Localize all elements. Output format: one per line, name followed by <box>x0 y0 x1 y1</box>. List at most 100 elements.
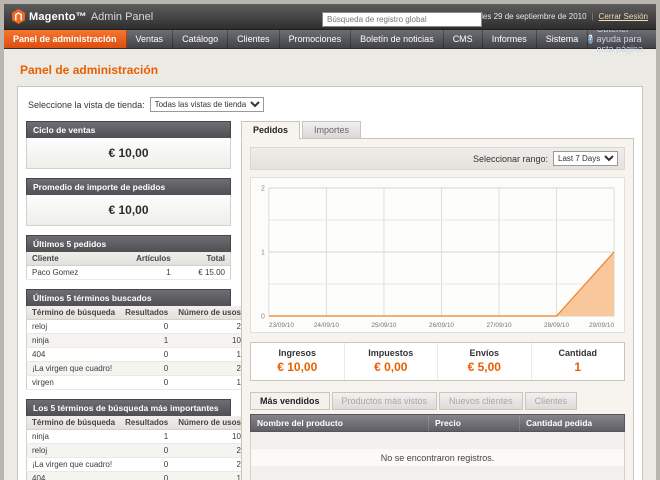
table-cell: ¡La virgen que cuadro! <box>27 458 121 472</box>
table-cell: 404 <box>27 472 121 480</box>
svg-text:1: 1 <box>261 249 265 256</box>
logout-link[interactable]: Cerrar Sesión <box>599 12 648 21</box>
nav-item-clientes[interactable]: Clientes <box>228 30 280 48</box>
table-header-cell: Resultados <box>120 306 173 320</box>
products-table-header: Nombre del producto Precio Cantidad pedi… <box>250 414 625 432</box>
help-link[interactable]: ? Obtener ayuda para esta página <box>588 30 656 48</box>
tab-productos-mas-vistos[interactable]: Productos más vistos <box>332 392 438 410</box>
average-orders-value: € 10,00 <box>26 195 231 226</box>
tab-mas-vendidos[interactable]: Más vendidos <box>250 392 330 410</box>
stat-cantidad: Cantidad 1 <box>532 343 625 380</box>
table-cell: ninja <box>27 334 121 348</box>
table-cell: 10 <box>173 430 246 444</box>
table-cell: Paco Gomez <box>27 266 111 280</box>
stat-envios: Envíos € 5,00 <box>438 343 532 380</box>
table-cell: 0 <box>120 376 173 390</box>
nav-item-boletin[interactable]: Boletín de noticias <box>351 30 444 48</box>
nav-item-informes[interactable]: Informes <box>483 30 537 48</box>
left-column: Ciclo de ventas € 10,00 Promedio de impo… <box>26 121 231 480</box>
range-select[interactable]: Last 7 Days <box>553 151 618 166</box>
table-cell: 1 <box>110 266 176 280</box>
svg-text:29/09/10: 29/09/10 <box>589 322 614 329</box>
last-search-terms-box: Últimos 5 términos buscados Término de b… <box>26 289 231 390</box>
main-nav: Panel de administración Ventas Catálogo … <box>4 30 656 49</box>
store-view-label: Seleccione la vista de tienda: <box>28 100 145 110</box>
nav-item-cms[interactable]: CMS <box>444 30 483 48</box>
table-header-cell: Término de búsqueda <box>27 306 121 320</box>
dashboard-columns: Ciclo de ventas € 10,00 Promedio de impo… <box>26 121 634 480</box>
box-title: Promedio de importe de pedidos <box>26 178 231 195</box>
range-selector-row: Seleccionar rango: Last 7 Days <box>250 147 625 170</box>
nav-item-dashboard[interactable]: Panel de administración <box>4 30 127 48</box>
tab-nuevos-clientes[interactable]: Nuevos clientes <box>439 392 523 410</box>
page-title: Panel de administración <box>20 63 643 77</box>
brand-text: Magento™ <box>29 11 87 23</box>
table-row: ¡La virgen que cuadro!02 <box>27 362 247 376</box>
table-row: Paco Gomez1€ 15.00 <box>27 266 231 280</box>
table-cell: 0 <box>120 348 173 362</box>
magento-logo: Magento™ Admin Panel <box>12 9 330 24</box>
table-cell: 0 <box>120 362 173 376</box>
last-orders-box: Últimos 5 pedidos ClienteArtículosTotalP… <box>26 235 231 280</box>
svg-text:0: 0 <box>261 313 265 320</box>
svg-text:28/09/10: 28/09/10 <box>544 322 569 329</box>
brand-suffix-text: Admin Panel <box>91 11 153 23</box>
table-row: virgen01 <box>27 376 247 390</box>
table-cell: 1 <box>173 348 246 362</box>
box-title: Los 5 términos de búsqueda más important… <box>26 399 231 416</box>
table-header-cell: Número de usos <box>173 416 246 430</box>
store-view-select[interactable]: Todas las vistas de tienda <box>150 97 264 112</box>
table-cell: 2 <box>173 320 246 334</box>
table-cell: 2 <box>173 362 246 376</box>
stat-label: Envíos <box>438 348 531 358</box>
table-cell: 2 <box>173 444 246 458</box>
lifetime-sales-box: Ciclo de ventas € 10,00 <box>26 121 231 169</box>
column-header-qty: Cantidad pedida <box>519 415 624 431</box>
nav-item-promociones[interactable]: Promociones <box>280 30 352 48</box>
table-row: reloj02 <box>27 320 247 334</box>
table-cell: ¡La virgen que cuadro! <box>27 362 121 376</box>
dashboard-panel: Seleccione la vista de tienda: Todas las… <box>17 86 643 480</box>
lifetime-sales-value: € 10,00 <box>26 138 231 169</box>
orders-tab-panel: Seleccionar rango: Last 7 Days 01223/09/… <box>241 138 634 480</box>
nav-item-sistema[interactable]: Sistema <box>537 30 589 48</box>
table-cell: 0 <box>120 472 173 480</box>
top-search-terms-table: Término de búsquedaResultadosNúmero de u… <box>26 416 247 480</box>
help-icon: ? <box>588 34 592 44</box>
global-search-input[interactable] <box>322 12 482 27</box>
average-orders-box: Promedio de importe de pedidos € 10,00 <box>26 178 231 226</box>
tab-clientes[interactable]: Clientes <box>525 392 578 410</box>
tab-importes[interactable]: Importes <box>302 121 361 139</box>
table-cell: 0 <box>120 458 173 472</box>
content-area: Panel de administración Seleccione la vi… <box>4 49 656 480</box>
table-cell: 0 <box>120 320 173 334</box>
table-cell: 0 <box>120 444 173 458</box>
admin-page: Magento™ Admin Panel Accedió como aparo … <box>4 4 656 480</box>
table-cell: 404 <box>27 348 121 362</box>
stat-impuestos: Impuestos € 0,00 <box>345 343 439 380</box>
stat-value: € 10,00 <box>251 360 344 374</box>
table-row: ¡La virgen que cuadro!02 <box>27 458 247 472</box>
empty-records-text: No se encontraron registros. <box>251 453 624 463</box>
svg-text:25/09/10: 25/09/10 <box>371 322 396 329</box>
stat-label: Ingresos <box>251 348 344 358</box>
table-cell: reloj <box>27 320 121 334</box>
stat-label: Cantidad <box>532 348 625 358</box>
tab-pedidos[interactable]: Pedidos <box>241 121 300 140</box>
magento-logo-icon <box>12 9 25 24</box>
table-header-cell: Término de búsqueda <box>27 416 121 430</box>
table-cell: 1 <box>173 472 246 480</box>
table-header-cell: Número de usos <box>173 306 246 320</box>
table-header-cell: Resultados <box>120 416 173 430</box>
last-orders-table: ClienteArtículosTotalPaco Gomez1€ 15.00 <box>26 252 231 280</box>
nav-item-ventas[interactable]: Ventas <box>127 30 174 48</box>
store-view-row: Seleccione la vista de tienda: Todas las… <box>26 95 634 121</box>
table-cell: ninja <box>27 430 121 444</box>
column-header-product: Nombre del producto <box>251 415 428 431</box>
stat-value: 1 <box>532 360 625 374</box>
svg-text:24/09/10: 24/09/10 <box>314 322 339 329</box>
table-cell: 1 <box>173 376 246 390</box>
svg-text:23/09/10: 23/09/10 <box>269 322 294 329</box>
nav-item-catalogo[interactable]: Catálogo <box>173 30 228 48</box>
table-cell: 1 <box>120 430 173 444</box>
